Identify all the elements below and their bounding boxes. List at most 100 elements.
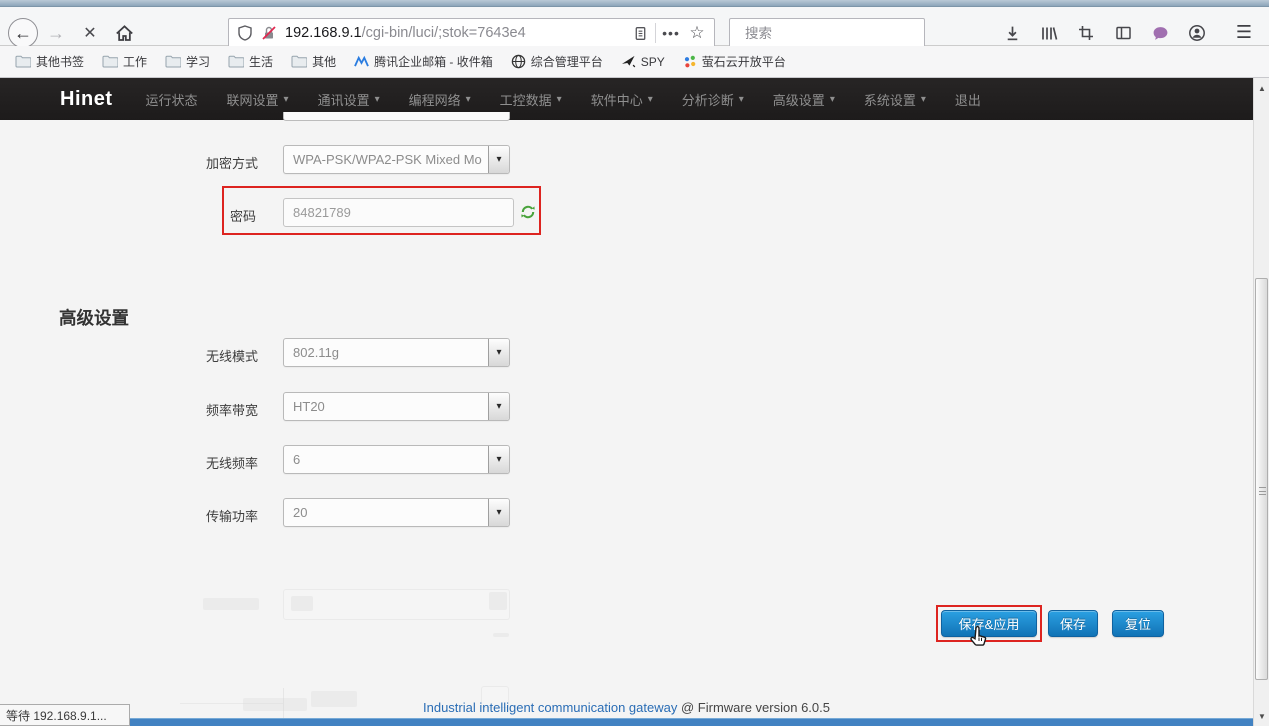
library-button[interactable] (1037, 21, 1061, 45)
messages-button[interactable] (1148, 21, 1172, 45)
nav-item-programming-network[interactable]: 编程网络▾ (409, 90, 471, 109)
nav-label: 通讯设置 (318, 90, 370, 109)
firmware-version-text: @ Firmware version 6.0.5 (677, 700, 830, 715)
browser-window: ← → ✕ 192.168.9.1/cgi-bin/luci/;stok=764… (0, 0, 1269, 726)
nav-label: 运行状态 (146, 90, 198, 109)
bookmark-star-button[interactable]: ☆ (684, 20, 710, 46)
brand-logo[interactable]: Hinet (60, 88, 113, 111)
reader-mode-button[interactable] (627, 20, 653, 46)
wireless-mode-select[interactable]: 802.11g ▾ (283, 338, 510, 367)
tracking-shield-icon[interactable] (237, 25, 253, 41)
screenshot-button[interactable] (1074, 21, 1098, 45)
channel-select[interactable]: 6 ▾ (283, 445, 510, 474)
scroll-up-button[interactable]: ▲ (1254, 80, 1269, 96)
nav-item-software-center[interactable]: 软件中心▾ (591, 90, 653, 109)
home-button[interactable] (112, 21, 136, 45)
bookmark-label: 生活 (249, 53, 273, 70)
stop-button[interactable]: ✕ (78, 21, 102, 45)
encryption-select[interactable]: WPA-PSK/WPA2-PSK Mixed Mo ▾ (283, 145, 510, 174)
select-arrow-button[interactable]: ▾ (488, 499, 509, 526)
bookmark-folder-study[interactable]: 学习 (158, 50, 217, 73)
scroll-down-icon: ▼ (1258, 712, 1266, 721)
vertical-scrollbar[interactable]: ▲ ▼ (1253, 78, 1269, 726)
window-title-strip (0, 0, 1269, 7)
select-arrow-button[interactable]: ▾ (488, 393, 509, 420)
overflow-icon: ••• (662, 25, 680, 41)
bandwidth-select[interactable]: HT20 ▾ (283, 392, 510, 421)
back-button[interactable]: ← (8, 18, 38, 48)
folder-icon (291, 55, 307, 68)
downloads-button[interactable] (1000, 21, 1024, 45)
nav-item-network-setup[interactable]: 联网设置▾ (227, 90, 289, 109)
chevron-down-icon: ▾ (496, 154, 501, 165)
advanced-settings-heading: 高级设置 (59, 305, 129, 330)
generate-password-button[interactable] (520, 204, 536, 225)
page-actions-button[interactable]: ••• (658, 20, 684, 46)
forward-icon: → (47, 23, 65, 44)
toolbar-right-icons (1000, 18, 1209, 48)
scrollbar-thumb[interactable] (1255, 278, 1268, 680)
bookmark-ezviz-platform[interactable]: 萤石云开放平台 (676, 50, 793, 73)
reset-button[interactable]: 复位 (1112, 610, 1164, 637)
color-dots-icon (683, 55, 697, 69)
nav-label: 软件中心 (591, 90, 643, 109)
footer-blue-bar (0, 718, 1253, 726)
bandwidth-label: 频率带宽 (138, 400, 258, 419)
menu-button[interactable]: ☰ (1231, 19, 1257, 45)
encryption-value: WPA-PSK/WPA2-PSK Mixed Mo (284, 152, 488, 167)
nav-item-diagnostics[interactable]: 分析诊断▾ (682, 90, 744, 109)
nav-item-system-settings[interactable]: 系统设置▾ (864, 90, 926, 109)
mouse-cursor-hand (966, 625, 990, 649)
bookmark-label: 其他书签 (36, 53, 84, 70)
home-icon (115, 24, 134, 43)
forward-button[interactable]: → (44, 21, 68, 45)
urlbar-separator (655, 23, 656, 43)
scroll-down-button[interactable]: ▼ (1254, 708, 1269, 724)
url-bar[interactable]: 192.168.9.1/cgi-bin/luci/;stok=7643e4 ••… (228, 18, 715, 48)
url-host: 192.168.9.1 (285, 25, 362, 41)
bookmark-spy[interactable]: SPY (614, 52, 672, 72)
select-arrow-button[interactable]: ▾ (488, 339, 509, 366)
bookmark-tencent-mail[interactable]: 腾讯企业邮箱 - 收件箱 (347, 50, 500, 73)
insecure-lock-icon[interactable] (261, 25, 277, 41)
scrollbar-grip (1259, 487, 1266, 495)
nav-label: 编程网络 (409, 90, 461, 109)
nav-label: 联网设置 (227, 90, 279, 109)
search-bar[interactable] (729, 18, 925, 48)
bookmark-management-platform[interactable]: 综合管理平台 (504, 50, 610, 73)
bandwidth-value: HT20 (284, 399, 488, 414)
search-input[interactable] (745, 26, 922, 41)
save-button[interactable]: 保存 (1048, 610, 1098, 637)
account-button[interactable] (1185, 21, 1209, 45)
nav-item-advanced-settings[interactable]: 高级设置▾ (773, 90, 835, 109)
star-icon: ☆ (689, 23, 704, 43)
sidebar-button[interactable] (1111, 21, 1135, 45)
nav-item-status[interactable]: 运行状态 (146, 90, 198, 109)
nav-item-logout[interactable]: 退出 (955, 90, 981, 109)
bookmark-label: SPY (641, 55, 665, 69)
nav-item-industrial-data[interactable]: 工控数据▾ (500, 90, 562, 109)
scroll-up-icon: ▲ (1258, 84, 1266, 93)
gateway-link[interactable]: Industrial intelligent communication gat… (423, 700, 677, 715)
stop-icon: ✕ (83, 23, 96, 43)
bookmark-label: 萤石云开放平台 (702, 53, 786, 70)
reset-label: 复位 (1125, 614, 1151, 633)
select-arrow-button[interactable]: ▾ (488, 446, 509, 473)
bookmark-folder-others-tags[interactable]: 其他书签 (8, 50, 91, 73)
tx-power-label: 传输功率 (138, 506, 258, 525)
page-content: Hinet 运行状态 联网设置▾ 通讯设置▾ 编程网络▾ 工控数据▾ 软件中心▾… (0, 78, 1269, 726)
bookmark-folder-misc[interactable]: 其他 (284, 50, 343, 73)
select-arrow-button[interactable]: ▾ (488, 146, 509, 173)
reader-icon (633, 26, 648, 41)
encryption-label: 加密方式 (138, 153, 258, 172)
nav-item-comm-setup[interactable]: 通讯设置▾ (318, 90, 380, 109)
bookmark-folder-life[interactable]: 生活 (221, 50, 280, 73)
password-label: 密码 (138, 206, 256, 225)
bookmarks-bar: 其他书签 工作 学习 生活 其他 腾讯企业邮箱 - 收件箱 (0, 46, 1269, 78)
password-input[interactable] (283, 198, 514, 227)
folder-icon (165, 55, 181, 68)
bookmark-folder-work[interactable]: 工作 (95, 50, 154, 73)
chevron-down-icon: ▾ (496, 454, 501, 465)
download-icon (1004, 25, 1021, 42)
tx-power-select[interactable]: 20 ▾ (283, 498, 510, 527)
